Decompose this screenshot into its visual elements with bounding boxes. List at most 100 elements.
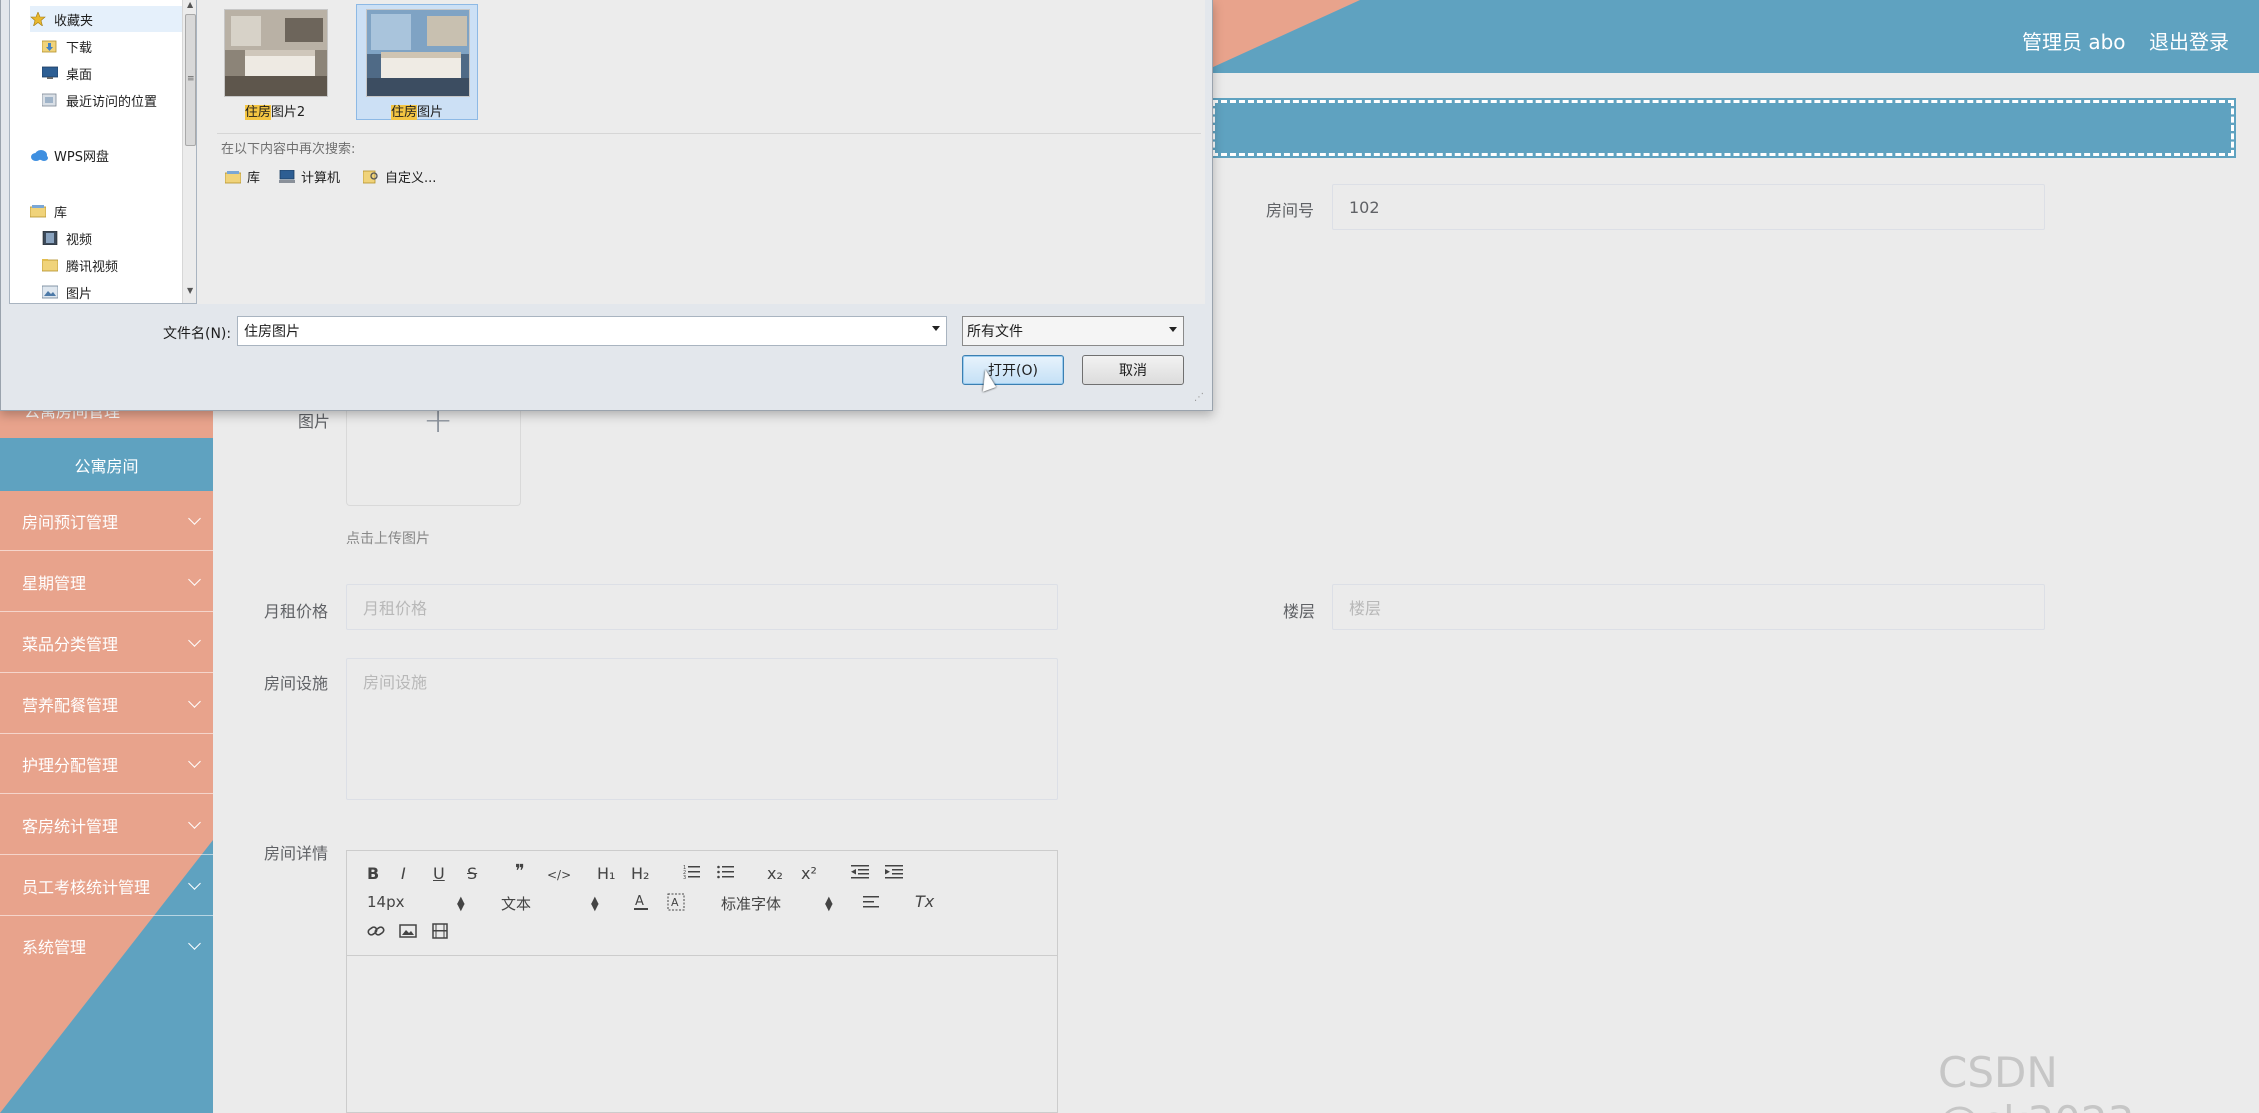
file-item[interactable]: 住房图片2: [214, 4, 336, 120]
file-item-selected[interactable]: 住房图片: [356, 4, 478, 120]
search-custom-link[interactable]: 自定义...: [362, 167, 437, 186]
nav-item-wps-drive[interactable]: WPS网盘: [30, 142, 196, 168]
filetype-select[interactable]: 所有文件: [962, 316, 1184, 346]
scroll-down-icon[interactable]: ▼: [187, 286, 193, 295]
nav-item-desktop[interactable]: 桌面: [41, 60, 196, 86]
sidebar-item-label: 房间预订管理: [22, 512, 119, 532]
dialog-nav-pane: 收藏夹 下载 桌面 最近访问的位置 WPS网盘 库 视频 腾讯视频 图片 ▲ ≡…: [9, 0, 197, 304]
code-button[interactable]: </>: [547, 866, 571, 884]
font-family-select[interactable]: 标准字体 ▲ ▼: [721, 893, 833, 914]
image-upload-button[interactable]: +: [346, 401, 521, 506]
nav-item-label: 库: [54, 205, 68, 221]
watermark: CSDN @ck3023: [1938, 1048, 2134, 1113]
strikethrough-button[interactable]: S: [467, 865, 477, 883]
nav-scrollbar[interactable]: ▲ ≡ ▼: [182, 0, 196, 303]
file-thumbnail: [224, 9, 328, 97]
monthly-rent-label: 月租价格: [264, 602, 329, 621]
svg-text:A: A: [671, 896, 679, 909]
computer-icon: [279, 169, 295, 184]
image-label: 图片: [298, 412, 331, 431]
upload-hint: 点击上传图片: [346, 531, 430, 547]
sidebar-item-system[interactable]: 系统管理: [0, 916, 213, 976]
custom-search-icon: [362, 170, 379, 184]
ordered-list-icon[interactable]: 123: [683, 864, 701, 884]
nav-item-label: 桌面: [66, 67, 93, 83]
italic-button[interactable]: I: [401, 865, 406, 883]
chevron-down-icon: [188, 634, 201, 647]
sidebar-item-booking[interactable]: 房间预订管理: [0, 491, 213, 551]
search-link-label: 库: [247, 171, 261, 186]
chevron-down-icon: [188, 573, 201, 586]
editor-body[interactable]: [347, 957, 1057, 1112]
underline-button[interactable]: U: [433, 865, 445, 883]
search-computer-link[interactable]: 计算机: [279, 167, 340, 186]
facility-textarea[interactable]: 房间设施: [346, 658, 1058, 800]
sidebar-item-dish-category[interactable]: 菜品分类管理: [0, 613, 213, 673]
nav-item-library[interactable]: 库: [29, 198, 196, 224]
nav-item-pictures[interactable]: 图片: [41, 279, 196, 303]
nav-item-downloads[interactable]: 下载: [41, 33, 196, 59]
sidebar-item-room-stats[interactable]: 客房统计管理: [0, 795, 213, 855]
sidebar-item-label: 客房统计管理: [22, 816, 119, 836]
search-library-link[interactable]: 库: [224, 167, 261, 186]
select-arrow-icon: ▼: [457, 902, 465, 913]
nav-item-label: 收藏夹: [54, 13, 94, 29]
font-size-value: 14px: [367, 893, 405, 911]
sidebar-item-label: 星期管理: [22, 573, 87, 593]
pictures-icon: [41, 285, 60, 299]
indent-icon[interactable]: [885, 864, 903, 884]
nav-item-label: 图片: [66, 286, 93, 302]
editor-toolbar: B I U S ❞ </> H₁ H₂ 123 x₂ x² 14px ▲ ▼ 文…: [347, 851, 1057, 956]
sidebar-item-nutrition[interactable]: 营养配餐管理: [0, 674, 213, 734]
file-name: 住房图片2: [244, 105, 306, 120]
blockquote-button[interactable]: ❞: [515, 863, 525, 881]
background-color-icon[interactable]: A: [667, 893, 685, 915]
sidebar-item-week[interactable]: 星期管理: [0, 552, 213, 612]
svg-text:A: A: [635, 894, 644, 909]
svg-text:3: 3: [683, 875, 686, 880]
scroll-up-icon[interactable]: ▲: [187, 0, 193, 9]
outdent-icon[interactable]: [851, 864, 869, 884]
nav-item-tencent-video[interactable]: 腾讯视频: [41, 252, 196, 278]
sidebar-item-staff-stats[interactable]: 员工考核统计管理: [0, 856, 213, 916]
monthly-rent-field[interactable]: 月租价格: [346, 584, 1058, 630]
clear-format-button[interactable]: Tx: [915, 893, 934, 911]
align-icon[interactable]: [863, 894, 881, 914]
link-icon[interactable]: [367, 923, 385, 943]
subscript-button[interactable]: x₂: [767, 865, 783, 883]
search-link-label: 自定义...: [385, 171, 437, 186]
font-size-select[interactable]: 14px ▲ ▼: [367, 893, 465, 913]
content-banner: [1210, 98, 2236, 158]
font-family-value: 标准字体: [721, 895, 782, 913]
video-icon[interactable]: [431, 923, 449, 943]
open-button[interactable]: 打开(O): [962, 355, 1064, 385]
superscript-button[interactable]: x²: [801, 865, 817, 883]
sidebar-item-label: 营养配餐管理: [22, 695, 119, 715]
heading-select[interactable]: 文本 ▲ ▼: [501, 893, 599, 914]
nav-item-favorites[interactable]: 收藏夹: [30, 6, 196, 32]
cancel-button[interactable]: 取消: [1082, 355, 1184, 385]
font-color-icon[interactable]: A: [633, 893, 649, 915]
image-icon[interactable]: [399, 923, 417, 943]
chevron-down-icon: [188, 695, 201, 708]
admin-user-label: 管理员 abo: [2022, 30, 2126, 54]
sidebar-item-label: 护理分配管理: [22, 755, 119, 775]
h1-button[interactable]: H₁: [597, 865, 615, 883]
nav-item-videos[interactable]: 视频: [42, 225, 196, 251]
select-arrow-icon: ▼: [591, 902, 599, 913]
bold-button[interactable]: B: [367, 865, 379, 883]
h2-button[interactable]: H₂: [631, 865, 649, 883]
room-number-field[interactable]: 102: [1332, 184, 2045, 230]
sidebar-item-nursing[interactable]: 护理分配管理: [0, 734, 213, 794]
file-name: 住房图片: [390, 105, 444, 120]
select-arrow-icon: ▼: [825, 902, 833, 913]
desktop-icon: [41, 66, 60, 80]
resize-grip-icon[interactable]: ⋰: [1194, 392, 1204, 403]
nav-item-recent[interactable]: 最近访问的位置: [41, 87, 196, 113]
chevron-down-icon[interactable]: [932, 326, 940, 331]
filename-input[interactable]: 住房图片: [237, 316, 947, 346]
bullet-list-icon[interactable]: [717, 864, 735, 884]
sidebar-item-apartment-room[interactable]: 公寓房间: [0, 438, 213, 491]
logout-link[interactable]: 退出登录: [2149, 26, 2229, 55]
floor-field[interactable]: 楼层: [1332, 584, 2045, 630]
